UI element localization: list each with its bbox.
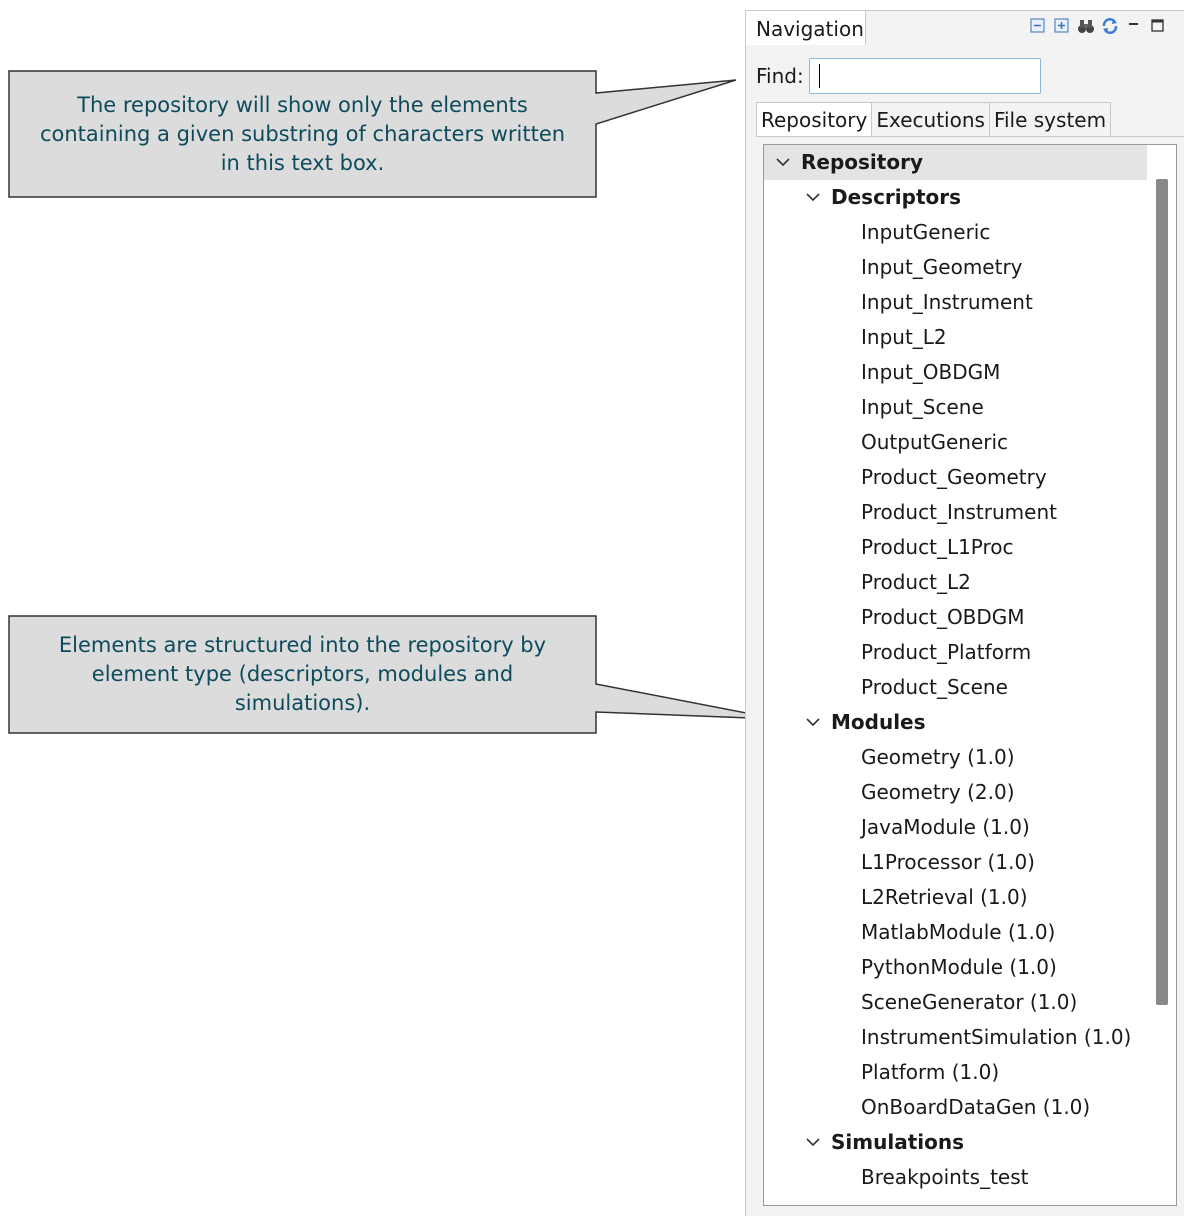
tree-item-label: Product_Geometry <box>861 465 1047 489</box>
tree-item-simulation[interactable]: Breakpoints_test <box>764 1160 1147 1195</box>
tree-item-module[interactable]: InstrumentSimulation (1.0) <box>764 1020 1147 1055</box>
binoculars-icon[interactable] <box>1077 17 1095 35</box>
tree-item-label: Product_L1Proc <box>861 535 1014 559</box>
tree-item-label: Geometry (1.0) <box>861 745 1015 769</box>
text-caret <box>819 64 820 88</box>
chevron-down-icon[interactable] <box>805 180 821 215</box>
chevron-down-icon[interactable] <box>775 145 791 180</box>
tree-item-label: Product_Platform <box>861 640 1032 664</box>
tree-item-module[interactable]: PythonModule (1.0) <box>764 950 1147 985</box>
find-row: Find: <box>746 58 1184 98</box>
tree-item-label: Product_OBDGM <box>861 605 1025 629</box>
tree-item-descriptor[interactable]: Input_Scene <box>764 390 1147 425</box>
tree-item-descriptor[interactable]: Input_Geometry <box>764 250 1147 285</box>
tree-item-module[interactable]: L1Processor (1.0) <box>764 845 1147 880</box>
minimize-icon[interactable] <box>1125 17 1143 35</box>
find-label: Find: <box>756 64 804 88</box>
expand-all-icon[interactable] <box>1053 17 1071 35</box>
callout-structure-text: Elements are structured into the reposit… <box>58 633 547 715</box>
navigation-panel: Navigation Find: Repository Executions F… <box>745 10 1184 1216</box>
tree-item-label: InstrumentSimulation (1.0) <box>861 1025 1132 1049</box>
tree-item-label: Product_Instrument <box>861 500 1057 524</box>
refresh-icon[interactable] <box>1101 17 1119 35</box>
tree-item-descriptor[interactable]: Product_OBDGM <box>764 600 1147 635</box>
collapse-all-icon[interactable] <box>1029 17 1047 35</box>
vertical-scrollbar[interactable] <box>1156 179 1168 1005</box>
tree-node-repository[interactable]: Repository <box>764 145 1147 180</box>
repository-tree: Repository Descriptors InputGeneric Input_G… <box>763 144 1177 1206</box>
tree-item-descriptor[interactable]: Product_Instrument <box>764 495 1147 530</box>
tree-item-descriptor[interactable]: Input_Instrument <box>764 285 1147 320</box>
tree-item-label: InputGeneric <box>861 220 991 244</box>
tree-item-descriptor[interactable]: Input_OBDGM <box>764 355 1147 390</box>
tree-item-module[interactable]: Platform (1.0) <box>764 1055 1147 1090</box>
tree-item-label: Input_Instrument <box>861 290 1033 314</box>
tree-item-label: JavaModule (1.0) <box>861 815 1030 839</box>
tree-item-label: L2Retrieval (1.0) <box>861 885 1028 909</box>
tree-item-label: OnBoardDataGen (1.0) <box>861 1095 1091 1119</box>
tree-item-label: Input_Scene <box>861 395 984 419</box>
tree-node-modules[interactable]: Modules <box>764 705 1147 740</box>
tree-item-descriptor[interactable]: InputGeneric <box>764 215 1147 250</box>
tree-item-label: SceneGenerator (1.0) <box>861 990 1078 1014</box>
tree-item-descriptor[interactable]: Input_L2 <box>764 320 1147 355</box>
tree-item-descriptor[interactable]: OutputGeneric <box>764 425 1147 460</box>
tree-item-descriptor[interactable]: Product_Scene <box>764 670 1147 705</box>
tree-item-module[interactable]: MatlabModule (1.0) <box>764 915 1147 950</box>
tree-item-label: Product_Scene <box>861 675 1008 699</box>
tree-item-label: OutputGeneric <box>861 430 1009 454</box>
tree-item-module[interactable]: SceneGenerator (1.0) <box>764 985 1147 1020</box>
tree-item-label: Breakpoints_test <box>861 1165 1029 1189</box>
tree-item-label: Input_L2 <box>861 325 947 349</box>
tree-node-label: Repository <box>801 150 923 174</box>
tree-item-label: PythonModule (1.0) <box>861 955 1057 979</box>
tree-item-module[interactable]: OnBoardDataGen (1.0) <box>764 1090 1147 1125</box>
tree-item-label: Input_Geometry <box>861 255 1023 279</box>
navigation-view-tab[interactable]: Navigation <box>746 11 866 45</box>
find-input[interactable] <box>809 58 1041 94</box>
tree-item-module[interactable]: Geometry (2.0) <box>764 775 1147 810</box>
tree-item-label: L1Processor (1.0) <box>861 850 1035 874</box>
tab-divider <box>756 136 1184 137</box>
panel-tabs: Repository Executions File system <box>756 102 1112 137</box>
tree-item-module[interactable]: L2Retrieval (1.0) <box>764 880 1147 915</box>
tree-item-descriptor[interactable]: Product_Geometry <box>764 460 1147 495</box>
chevron-down-icon[interactable] <box>805 705 821 740</box>
tab-repository[interactable]: Repository <box>756 102 873 137</box>
callout-find-text: The repository will show only the elemen… <box>39 92 566 175</box>
tree-item-descriptor[interactable]: Product_Platform <box>764 635 1147 670</box>
tree-node-simulations[interactable]: Simulations <box>764 1125 1147 1160</box>
tree-item-label: Input_OBDGM <box>861 360 1001 384</box>
tree-item-label: Geometry (2.0) <box>861 780 1015 804</box>
tree-item-descriptor[interactable]: Product_L1Proc <box>764 530 1147 565</box>
chevron-down-icon[interactable] <box>805 1125 821 1160</box>
tab-executions[interactable]: Executions <box>872 102 990 137</box>
tree-item-label: MatlabModule (1.0) <box>861 920 1056 944</box>
tree-item-label: Product_L2 <box>861 570 971 594</box>
panel-toolbar <box>1029 15 1167 37</box>
tree-item-module[interactable]: JavaModule (1.0) <box>764 810 1147 845</box>
tree-node-label: Modules <box>831 710 926 734</box>
tree-node-descriptors[interactable]: Descriptors <box>764 180 1147 215</box>
tree-node-label: Simulations <box>831 1130 964 1154</box>
tree-item-module[interactable]: Geometry (1.0) <box>764 740 1147 775</box>
tree-item-descriptor[interactable]: Product_L2 <box>764 565 1147 600</box>
tree-node-label: Descriptors <box>831 185 962 209</box>
tab-file-system[interactable]: File system <box>989 102 1112 137</box>
tree-item-label: Platform (1.0) <box>861 1060 1000 1084</box>
maximize-icon[interactable] <box>1149 17 1167 35</box>
